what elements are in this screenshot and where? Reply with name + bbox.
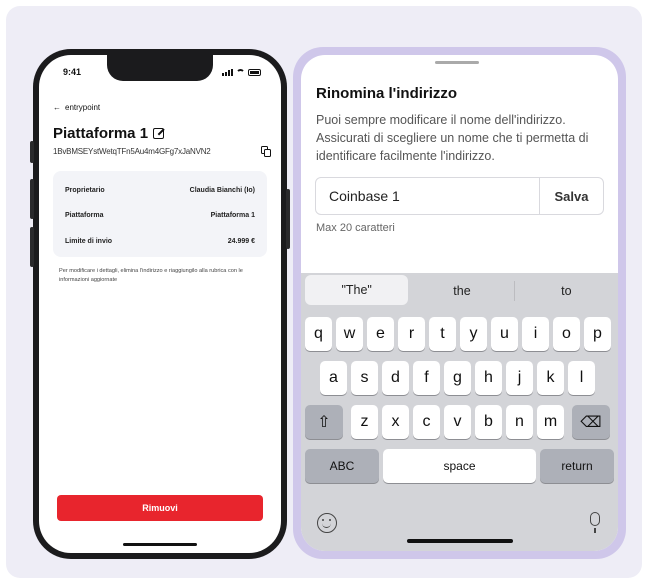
suggestion-bar: "The" the to bbox=[301, 273, 618, 309]
space-key[interactable]: space bbox=[383, 449, 536, 483]
left-phone: 9:41 ← entrypoint Piattaforma 1 1BvBMSEY… bbox=[30, 49, 290, 559]
key-row-1: q w e r t y u i o p bbox=[301, 317, 618, 351]
key-x[interactable]: x bbox=[382, 405, 409, 439]
detail-label: Limite di invio bbox=[65, 238, 113, 245]
wifi-icon bbox=[236, 68, 245, 76]
keyboard-bottom-bar bbox=[301, 509, 618, 537]
key-v[interactable]: v bbox=[444, 405, 471, 439]
key-a[interactable]: a bbox=[320, 361, 347, 395]
key-l[interactable]: l bbox=[568, 361, 595, 395]
detail-value: 24.999 € bbox=[227, 238, 255, 245]
key-h[interactable]: h bbox=[475, 361, 502, 395]
key-t[interactable]: t bbox=[429, 317, 456, 351]
key-n[interactable]: n bbox=[506, 405, 533, 439]
address-title: Piattaforma 1 bbox=[53, 125, 165, 142]
abc-key[interactable]: ABC bbox=[305, 449, 379, 483]
rename-title: Rinomina l'indirizzo bbox=[316, 85, 458, 102]
detail-value: Piattaforma 1 bbox=[210, 212, 255, 219]
right-phone: Rinomina l'indirizzo Puoi sempre modific… bbox=[293, 47, 626, 559]
key-d[interactable]: d bbox=[382, 361, 409, 395]
key-row-4: ABC space return bbox=[301, 449, 618, 483]
detail-row: Piattaforma Piattaforma 1 bbox=[65, 212, 255, 219]
address-text: 1BvBMSEYstWetqTFn5Au4m4GFg7xJaNVN2 bbox=[53, 147, 211, 156]
copy-icon[interactable] bbox=[261, 146, 271, 157]
right-screen: Rinomina l'indirizzo Puoi sempre modific… bbox=[301, 55, 618, 551]
shift-icon: ⇧ bbox=[317, 414, 331, 431]
microphone-icon[interactable] bbox=[590, 512, 600, 533]
key-g[interactable]: g bbox=[444, 361, 471, 395]
key-e[interactable]: e bbox=[367, 317, 394, 351]
shift-key[interactable]: ⇧ bbox=[305, 405, 343, 439]
key-k[interactable]: k bbox=[537, 361, 564, 395]
detail-label: Proprietario bbox=[65, 187, 105, 194]
key-y[interactable]: y bbox=[460, 317, 487, 351]
status-time: 9:41 bbox=[63, 67, 82, 77]
backspace-icon: ⌫ bbox=[580, 414, 602, 431]
suggestion-item[interactable]: "The" bbox=[305, 275, 409, 305]
suggestion-item[interactable]: to bbox=[515, 273, 618, 309]
address-title-text: Piattaforma 1 bbox=[53, 125, 149, 142]
details-box: Proprietario Claudia Bianchi (Io) Piatta… bbox=[53, 171, 267, 257]
key-c[interactable]: c bbox=[413, 405, 440, 439]
delete-key[interactable]: ⌫ bbox=[572, 405, 610, 439]
signal-icon bbox=[222, 68, 233, 76]
detail-row: Limite di invio 24.999 € bbox=[65, 238, 255, 245]
key-r[interactable]: r bbox=[398, 317, 425, 351]
back-label: entrypoint bbox=[65, 103, 101, 112]
rename-description: Puoi sempre modificare il nome dell'indi… bbox=[316, 113, 589, 163]
key-b[interactable]: b bbox=[475, 405, 502, 439]
emoji-icon[interactable] bbox=[317, 513, 337, 533]
key-i[interactable]: i bbox=[522, 317, 549, 351]
status-bar: 9:41 bbox=[63, 65, 261, 79]
key-j[interactable]: j bbox=[506, 361, 533, 395]
home-indicator bbox=[407, 539, 513, 543]
key-row-3: ⇧ z x c v b n m ⌫ bbox=[301, 405, 618, 439]
sheet-handle[interactable] bbox=[435, 61, 479, 64]
key-q[interactable]: q bbox=[305, 317, 332, 351]
key-f[interactable]: f bbox=[413, 361, 440, 395]
status-icons bbox=[222, 68, 261, 76]
key-w[interactable]: w bbox=[336, 317, 363, 351]
key-z[interactable]: z bbox=[351, 405, 378, 439]
power-button bbox=[286, 189, 290, 249]
detail-label: Piattaforma bbox=[65, 212, 104, 219]
key-p[interactable]: p bbox=[584, 317, 611, 351]
name-input[interactable]: Coinbase 1 bbox=[316, 178, 539, 214]
battery-icon bbox=[248, 68, 261, 76]
edit-note: Per modificare i dettagli, elimina l'ind… bbox=[59, 268, 243, 283]
key-row-2: a s d f g h j k l bbox=[301, 361, 618, 395]
keyboard: "The" the to q w e r t y u i o p a s d f… bbox=[301, 273, 618, 551]
return-key[interactable]: return bbox=[540, 449, 614, 483]
volume-up-button bbox=[30, 179, 34, 219]
detail-value: Claudia Bianchi (Io) bbox=[189, 187, 255, 194]
home-indicator bbox=[123, 543, 197, 546]
key-s[interactable]: s bbox=[351, 361, 378, 395]
save-button[interactable]: Salva bbox=[539, 178, 603, 214]
address-row: 1BvBMSEYstWetqTFn5Au4m4GFg7xJaNVN2 bbox=[53, 146, 271, 157]
silent-switch bbox=[30, 141, 34, 163]
character-limit-hint: Max 20 caratteri bbox=[316, 222, 395, 234]
detail-row: Proprietario Claudia Bianchi (Io) bbox=[65, 187, 255, 194]
volume-down-button bbox=[30, 227, 34, 267]
key-m[interactable]: m bbox=[537, 405, 564, 439]
name-input-group: Coinbase 1 Salva bbox=[315, 177, 604, 215]
suggestion-item[interactable]: the bbox=[410, 273, 513, 309]
back-arrow-icon: ← bbox=[53, 103, 61, 112]
back-link[interactable]: ← entrypoint bbox=[53, 103, 100, 112]
key-u[interactable]: u bbox=[491, 317, 518, 351]
left-screen: 9:41 ← entrypoint Piattaforma 1 1BvBMSEY… bbox=[39, 55, 281, 553]
edit-icon[interactable] bbox=[153, 128, 165, 139]
remove-button[interactable]: Rimuovi bbox=[57, 495, 263, 521]
key-o[interactable]: o bbox=[553, 317, 580, 351]
